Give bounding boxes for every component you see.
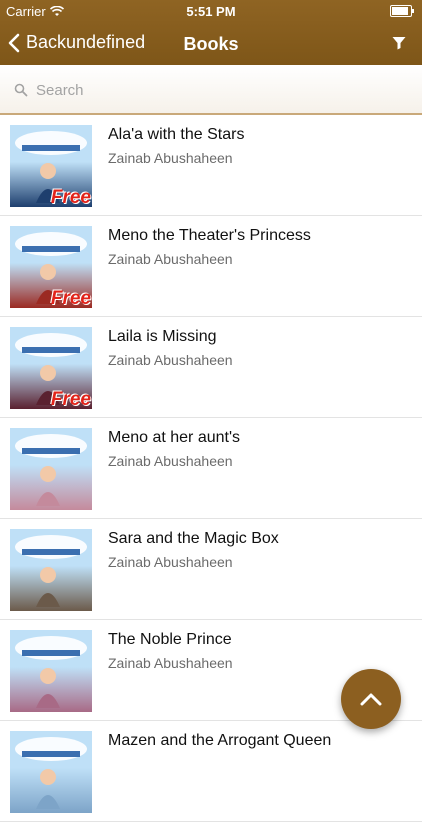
- book-title: Mazen and the Arrogant Queen: [108, 732, 332, 749]
- status-bar: Carrier 5:51 PM: [0, 0, 422, 22]
- book-author: Zainab Abushaheen: [108, 554, 233, 570]
- book-title: Meno the Theater's Princess: [108, 227, 311, 244]
- book-cover-image: [10, 529, 92, 611]
- book-cover-image: [10, 630, 92, 712]
- book-title: Laila is Missing: [108, 328, 217, 345]
- chevron-up-icon: [360, 693, 382, 706]
- book-row[interactable]: Free Ala'a with the Stars Zainab Abushahee…: [0, 115, 422, 216]
- search-input[interactable]: [34, 80, 358, 100]
- search-bar: [0, 65, 422, 115]
- book-title: Meno at her aunt's: [108, 429, 241, 446]
- page-title: Books: [183, 34, 239, 54]
- book-title: Ala'a with the Stars: [108, 126, 245, 143]
- book-author: Zainab Abushaheen: [108, 352, 233, 368]
- book-author: Zainab Abushaheen: [108, 655, 233, 671]
- free-badge: Free: [50, 389, 91, 409]
- top-bar: Carrier 5:51 PM Backundefined Books: [0, 0, 422, 65]
- book-author: Zainab Abushaheen: [108, 150, 233, 166]
- free-badge: Free: [50, 288, 91, 308]
- search-field: [14, 79, 408, 101]
- filter-button[interactable]: [392, 36, 406, 55]
- book-row[interactable]: Meno at her aunt's Zainab Abushaheen: [0, 418, 422, 519]
- back-button[interactable]: Backundefined: [8, 32, 145, 53]
- book-row[interactable]: Mazen and the Arrogant Queen: [0, 721, 422, 822]
- battery-fill: [392, 7, 409, 15]
- book-title: The Noble Prince: [108, 631, 232, 648]
- navigation-bar: Backundefined Books: [0, 22, 422, 65]
- search-icon: [14, 83, 28, 97]
- free-badge: Free: [50, 187, 91, 207]
- scroll-to-top-button[interactable]: [341, 669, 401, 729]
- book-cover-image: Free: [10, 327, 92, 409]
- book-cover-image: [10, 428, 92, 510]
- book-row[interactable]: Free Meno the Theater's Princess Zainab Ab…: [0, 216, 422, 317]
- back-label: Backundefined: [26, 32, 146, 52]
- status-time: 5:51 PM: [186, 4, 236, 19]
- book-author: Zainab Abushaheen: [108, 251, 233, 267]
- book-cover-image: Free: [10, 125, 92, 207]
- book-cover-image: [10, 731, 92, 813]
- chevron-left-icon: [8, 33, 20, 52]
- book-row[interactable]: Free Laila is Missing Zainab Abushaheen: [0, 317, 422, 418]
- book-title: Sara and the Magic Box: [108, 530, 279, 547]
- book-author: Zainab Abushaheen: [108, 453, 233, 469]
- book-row[interactable]: Sara and the Magic Box Zainab Abushaheen: [0, 519, 422, 620]
- battery-icon: [390, 5, 414, 17]
- filter-icon: [392, 37, 406, 50]
- book-cover-image: Free: [10, 226, 92, 308]
